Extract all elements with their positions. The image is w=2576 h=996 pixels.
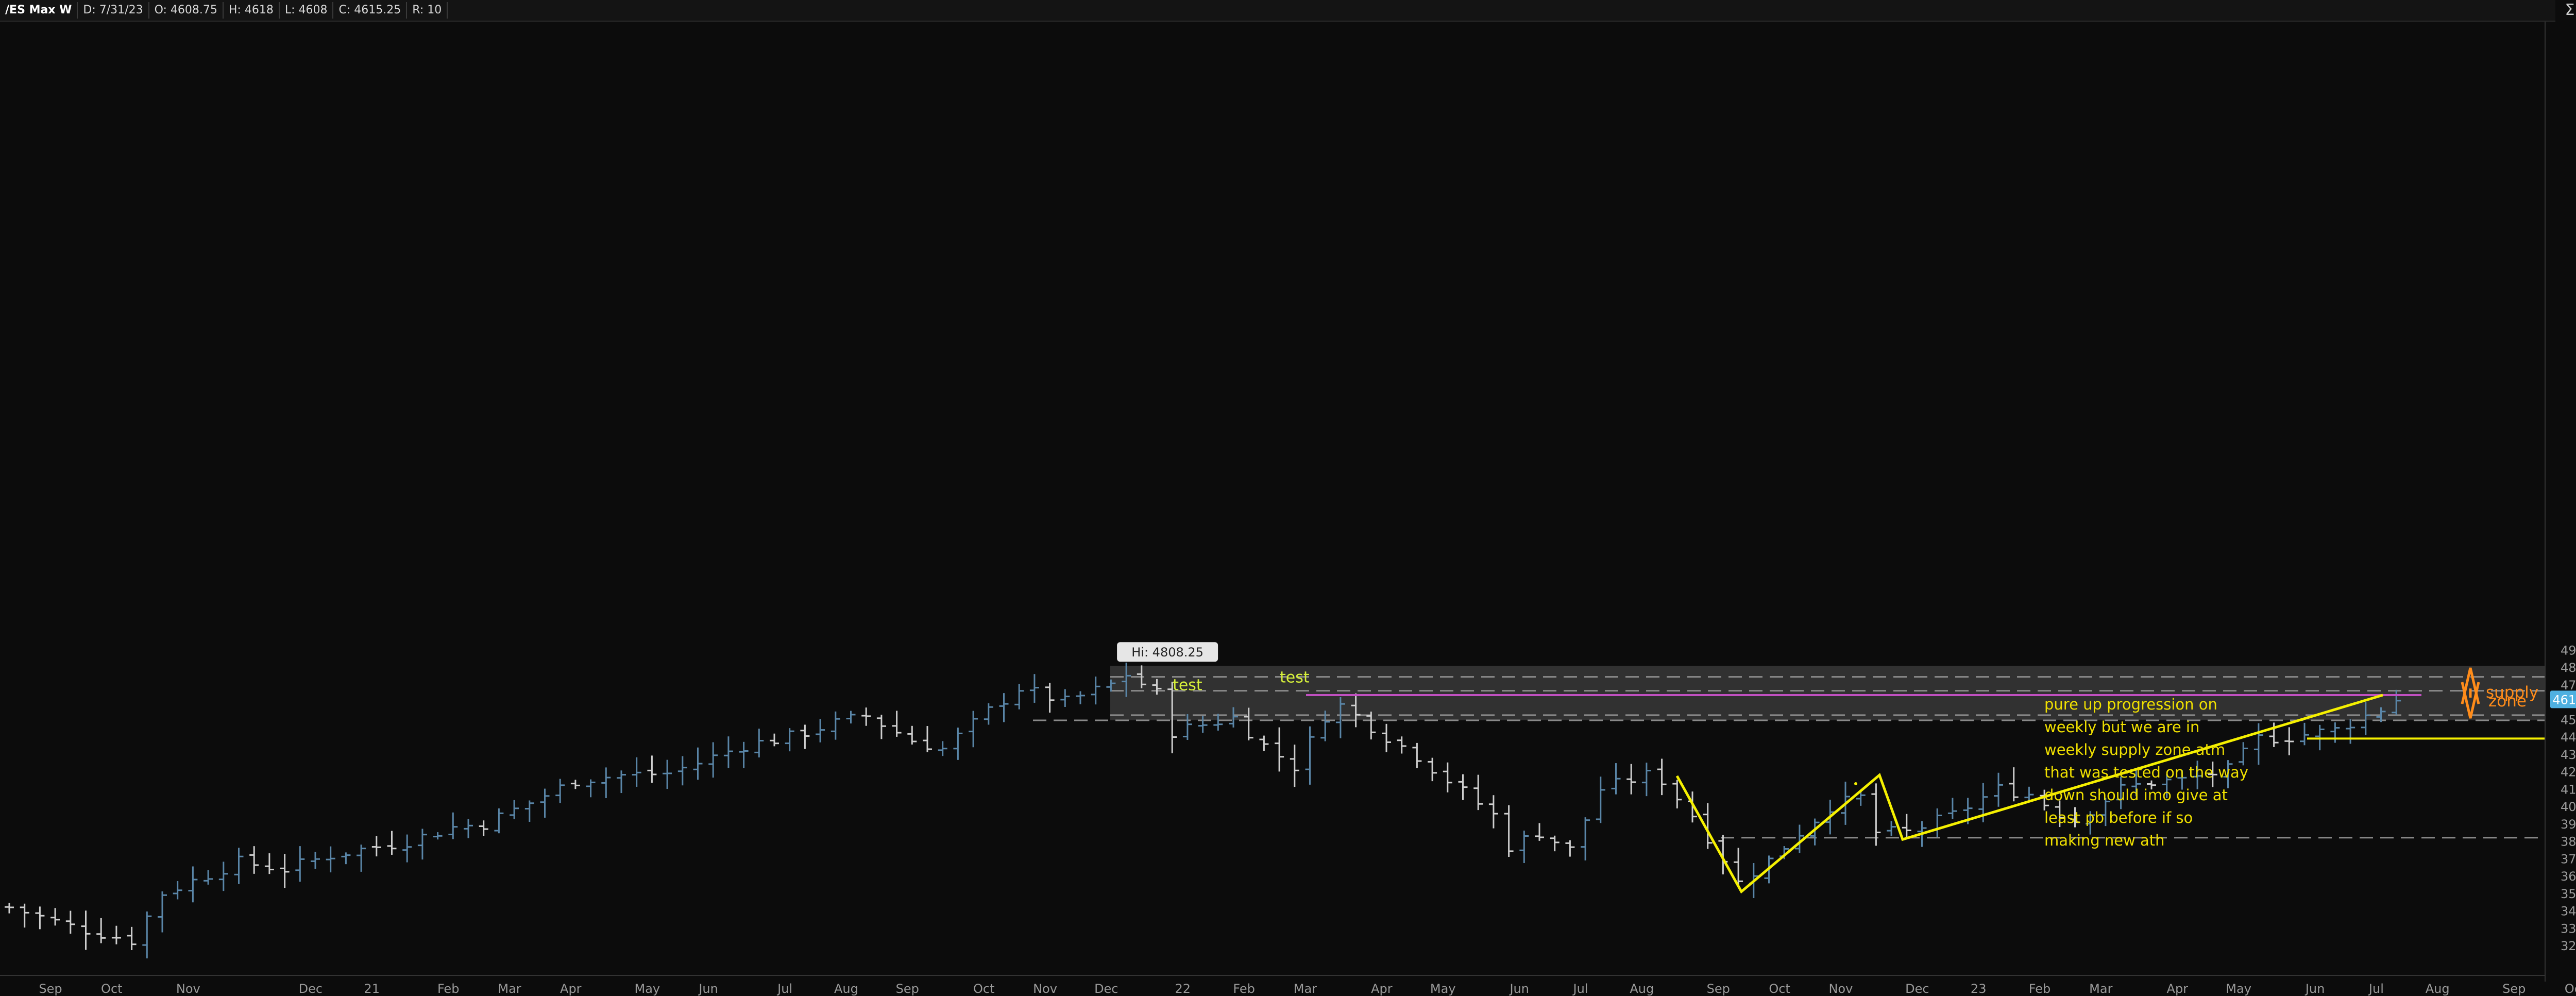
y-tick-label: 3200 [2561,939,2576,953]
y-tick-label: 4500 [2561,713,2576,727]
x-tick-label: 21 [364,982,380,996]
x-tick-label: Jul [2368,982,2384,996]
x-tick-label: Jun [698,982,718,996]
x-tick-label: Nov [1828,982,1853,996]
y-tick-label: 4400 [2561,730,2576,745]
x-tick-label: Sep [896,982,919,996]
x-tick-label: 22 [1175,982,1191,996]
x-tick-label: Dec [1905,982,1929,996]
y-tick-label: 3800 [2561,835,2576,849]
x-tick-label: Sep [2502,982,2526,996]
x-tick-label: Oct [1769,982,1790,996]
date-readout: D: 7/31/23 [78,2,149,19]
y-tick-label: 4300 [2561,748,2576,762]
x-tick-label: Oct [101,982,123,996]
y-tick-label: 4700 [2561,678,2576,693]
chart-header: /ES Max W D: 7/31/23 O: 4608.75 H: 4618 … [0,0,2555,22]
close-readout: C: 4615.25 [333,2,408,19]
x-tick-label: Aug [1630,982,1654,996]
x-tick-label: Dec [299,982,323,996]
y-tick-label: 4000 [2561,800,2576,814]
y-tick-label: 4900 [2561,643,2576,657]
high-readout: H: 4618 [224,2,280,19]
x-tick-label: Nov [176,982,200,996]
x-tick-label: Feb [437,982,460,996]
dot-marker [1854,782,1857,785]
y-axis: 3200 3300 3400 3500 3600 3700 3800 3900 4000 4100… [2545,21,2576,982]
x-axis: Sep Oct Nov Dec 21 Feb Mar Apr May Jun Jul Aug Sep Oc… [0,975,2576,996]
x-tick-label: Jun [2304,982,2325,996]
x-tick-label: Nov [1033,982,1057,996]
x-tick-label: Dec [1094,982,1118,996]
x-tick-label: Mar [498,982,521,996]
y-tick-label: 3400 [2561,904,2576,919]
x-tick-label: Apr [2167,982,2189,996]
symbol-label[interactable]: /ES Max W [0,2,78,19]
x-tick-label: May [634,982,660,996]
x-tick-label: Jul [1572,982,1588,996]
x-tick-label: Jun [1509,982,1529,996]
x-tick-label: 23 [1971,982,1987,996]
x-tick-label: Aug [834,982,858,996]
y-tick-label: 3600 [2561,869,2576,884]
low-readout: L: 4608 [280,2,334,19]
y-tick-label: 3500 [2561,887,2576,901]
range-readout: R: 10 [407,2,448,19]
y-tick-label: 3700 [2561,852,2576,866]
x-tick-label: Mar [2089,982,2112,996]
sigma-icon[interactable]: Σ [2560,1,2576,20]
test-label: test [1280,668,1310,686]
annotation-note: pure up progression on weekly but we are… [2044,696,2248,849]
x-tick-label: Oct [2565,982,2576,996]
high-label: Hi: 4808.25 [1131,645,1204,660]
x-tick-label: Sep [1707,982,1730,996]
trend-polyline [1675,694,2383,894]
x-tick-label: Sep [39,982,62,996]
y-tick-label: 4200 [2561,765,2576,780]
y-tick-label: 4800 [2561,661,2576,675]
supply-zone-label-2: zone [2488,692,2527,711]
x-tick-label: Apr [560,982,582,996]
y-tick-label: 3900 [2561,817,2576,832]
y-tick-label: 3300 [2561,921,2576,936]
x-tick-label: Oct [973,982,995,996]
test-label: test [1173,676,1202,694]
x-tick-label: Apr [1371,982,1393,996]
x-tick-label: May [1430,982,1456,996]
y-tick-label: 4100 [2561,782,2576,797]
supply-zone-layer [1033,666,2545,839]
x-tick-label: Aug [2426,982,2450,996]
last-price-label: 4615.25 [2552,693,2576,707]
x-tick-label: Jul [776,982,792,996]
x-tick-label: Feb [1233,982,1255,996]
open-readout: O: 4608.75 [149,2,224,19]
x-tick-label: May [2226,982,2251,996]
x-tick-label: Mar [1294,982,1317,996]
x-tick-label: Feb [2029,982,2051,996]
